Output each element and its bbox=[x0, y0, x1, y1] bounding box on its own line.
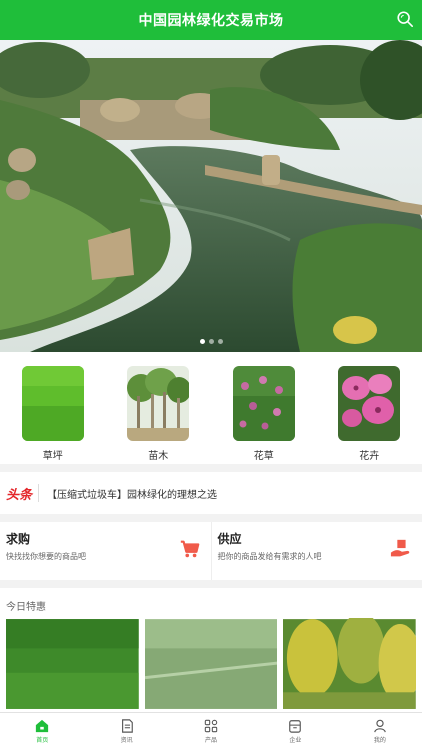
section-title: 今日特惠 bbox=[6, 602, 46, 613]
tab-products[interactable]: 产品 bbox=[169, 713, 253, 750]
deal-list bbox=[0, 618, 422, 710]
carousel-dot[interactable] bbox=[199, 339, 205, 344]
banner-carousel[interactable] bbox=[0, 40, 422, 352]
supply-title: 供应 bbox=[217, 532, 242, 546]
banner-image bbox=[0, 40, 422, 352]
demand-subtitle: 快找找你想要的商品吧 bbox=[6, 552, 86, 561]
supply-card[interactable]: 供应 把你的商品发给有需求的人吧 bbox=[210, 522, 422, 580]
demand-title: 求购 bbox=[6, 532, 31, 546]
category-lawn[interactable]: 草坪 bbox=[18, 366, 88, 464]
headline-ticker[interactable]: 头条 【压缩式垃圾车】园林绿化的理想之选 bbox=[0, 472, 422, 514]
lawn-image bbox=[21, 366, 84, 441]
supply-subtitle: 把你的商品发给有需求的人吧 bbox=[217, 552, 322, 561]
carousel-dot[interactable] bbox=[217, 339, 223, 344]
tab-news[interactable]: 资讯 bbox=[84, 713, 168, 750]
headline-text[interactable]: 【压缩式垃圾车】园林绿化的理想之选 bbox=[47, 486, 217, 501]
deal-item-image[interactable] bbox=[283, 618, 417, 710]
tab-home[interactable]: 首页 bbox=[0, 713, 84, 750]
category-flower-grass[interactable]: 花草 bbox=[229, 366, 299, 464]
tab-company[interactable]: 企业 bbox=[253, 713, 337, 750]
category-flower[interactable]: 花卉 bbox=[334, 366, 404, 464]
flower-image bbox=[338, 366, 401, 441]
deal-item-image[interactable] bbox=[6, 618, 139, 710]
app-title: 中国园林绿化交易市场 bbox=[138, 13, 284, 29]
tab-label: 企业 bbox=[289, 737, 302, 744]
category-label: 草坪 bbox=[42, 451, 63, 462]
tab-label: 首页 bbox=[36, 737, 49, 744]
carousel-indicator[interactable] bbox=[0, 339, 422, 344]
seedling-image bbox=[127, 366, 190, 441]
app-header: 中国园林绿化交易市场 bbox=[0, 0, 422, 40]
category-label: 花卉 bbox=[359, 451, 380, 462]
flower-grass-image bbox=[232, 366, 295, 441]
today-deals-section: 今日特惠 bbox=[0, 588, 422, 712]
tab-label: 我的 bbox=[373, 737, 386, 744]
demand-card[interactable]: 求购 快找找你想要的商品吧 bbox=[0, 522, 211, 580]
bottom-tab-bar: 首页 资讯 产品 企业 我的 bbox=[0, 712, 422, 750]
grid-icon bbox=[204, 719, 218, 733]
tab-label: 产品 bbox=[205, 737, 218, 744]
tab-profile[interactable]: 我的 bbox=[338, 713, 422, 750]
deal-item-image[interactable] bbox=[144, 618, 278, 710]
user-icon bbox=[374, 719, 386, 733]
company-icon bbox=[289, 720, 302, 733]
supply-demand-panel: 求购 快找找你想要的商品吧 供应 把你的商品发给有需求的人吧 bbox=[0, 522, 422, 580]
hand-box-icon bbox=[390, 539, 410, 557]
headline-badge: 头条 bbox=[6, 487, 33, 503]
news-icon bbox=[121, 719, 133, 733]
carousel-dot[interactable] bbox=[208, 339, 214, 344]
category-seedling[interactable]: 苗木 bbox=[123, 366, 193, 464]
cart-icon bbox=[180, 540, 199, 558]
home-icon bbox=[36, 719, 49, 733]
category-grid: 草坪 苗木 花草 花卉 bbox=[0, 352, 422, 464]
search-icon[interactable] bbox=[396, 10, 414, 28]
divider bbox=[38, 484, 40, 502]
category-label: 苗木 bbox=[148, 451, 169, 462]
tab-label: 资讯 bbox=[120, 737, 133, 744]
category-label: 花草 bbox=[253, 451, 274, 462]
